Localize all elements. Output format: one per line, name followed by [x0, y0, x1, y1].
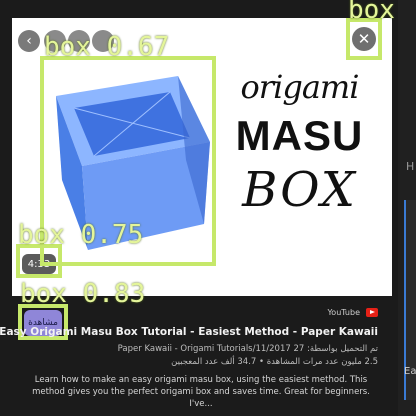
detection-label-4: box: [348, 0, 395, 25]
chevron-left-icon[interactable]: ‹: [18, 30, 40, 52]
thumbnail-line-box: BOX: [242, 162, 357, 218]
upload-info: تم التحميل بواسطة: 27 Paper Kawaii - Ori…: [117, 344, 378, 354]
stats-info: 2.5 مليون عدد مرات المشاهدة • 34.7 ألف ع…: [171, 357, 378, 367]
video-description: Learn how to make an easy origami masu b…: [32, 375, 370, 409]
side-panel: H Ea: [398, 0, 416, 416]
side-peek-text-2: Ea: [404, 366, 416, 377]
side-peek-text: H: [406, 160, 415, 173]
detection-label-3: box 0.83: [20, 279, 146, 309]
source-label: YouTube: [327, 308, 360, 317]
youtube-icon: [366, 308, 378, 317]
source-row: YouTube: [327, 308, 378, 317]
thumbnail-title: origami MASU BOX: [222, 58, 377, 218]
detection-label-1: box 0.67: [44, 32, 170, 62]
detection-label-2: box 0.75: [18, 220, 144, 250]
thumbnail-line-masu: MASU: [235, 112, 364, 159]
video-title[interactable]: Easy Origami Masu Box Tutorial - Easiest…: [0, 326, 378, 338]
thumbnail-line-origami: origami: [240, 68, 360, 106]
